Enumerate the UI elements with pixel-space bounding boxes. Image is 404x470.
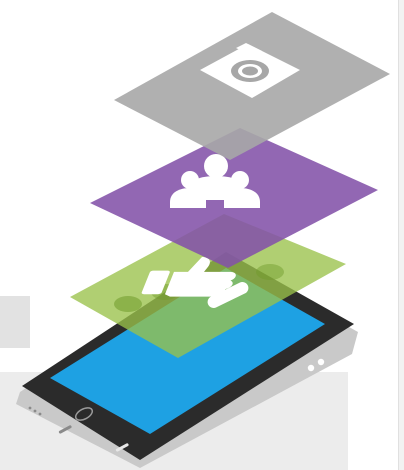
phone-dot — [33, 409, 37, 413]
like-layer-shade — [114, 296, 142, 312]
layered-phone-illustration — [16, 12, 390, 468]
phone-camera-dot — [317, 358, 325, 366]
like-layer-shade — [256, 264, 284, 280]
illustration-canvas — [0, 0, 404, 470]
phone-dot — [38, 412, 42, 416]
camera-layer — [114, 12, 390, 160]
phone-dot — [28, 406, 32, 410]
phone-camera-dot — [307, 364, 315, 372]
